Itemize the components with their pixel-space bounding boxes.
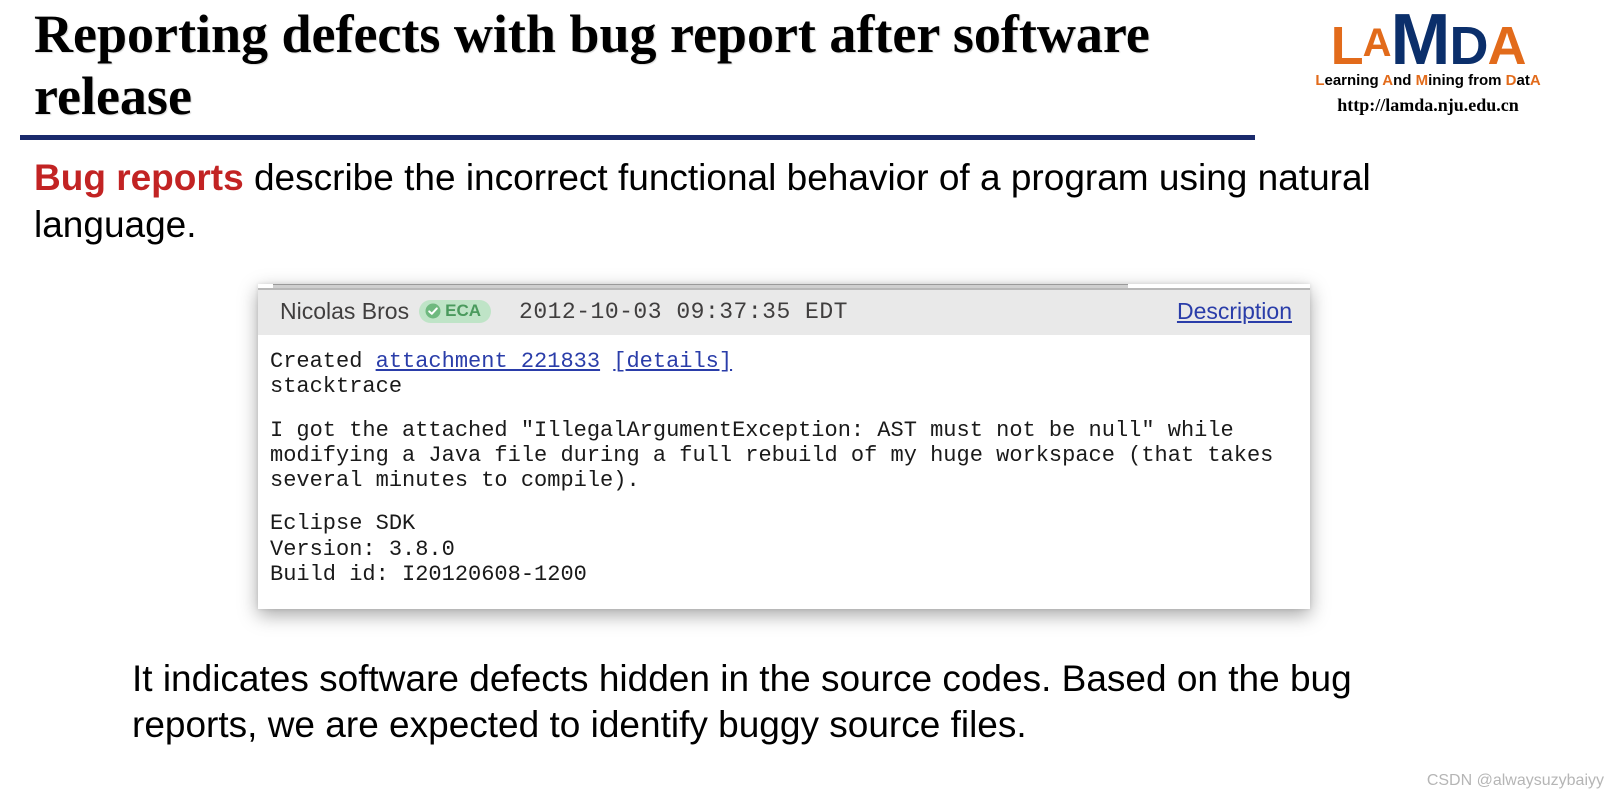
lamda-logo: LAMDA Learning And Mining from DatA http… [1298, 6, 1558, 116]
bug-paragraph: I got the attached "IllegalArgumentExcep… [270, 418, 1298, 494]
eca-badge: ECA [419, 300, 491, 322]
bug-body: Created attachment 221833 [details] stac… [258, 335, 1310, 609]
intro-highlight: Bug reports [34, 157, 244, 198]
stacktrace-label: stacktrace [270, 374, 402, 399]
bug-created-block: Created attachment 221833 [details] stac… [270, 349, 1298, 400]
sdk-line: Eclipse SDK [270, 511, 415, 536]
logo-letter-d: D [1449, 16, 1487, 76]
logo-letter-a1: A [1363, 21, 1391, 65]
details-link[interactable]: [details] [613, 349, 732, 374]
build-line: Build id: I20120608-1200 [270, 562, 587, 587]
eca-badge-label: ECA [445, 301, 481, 321]
outro-text: It indicates software defects hidden in … [132, 656, 1412, 748]
bug-author: Nicolas Bros [280, 298, 409, 325]
slide: Reporting defects with bug report after … [0, 0, 1618, 798]
bug-report-card: Nicolas Bros ECA 2012-10-03 09:37:35 EDT… [258, 284, 1310, 609]
title-underline [20, 135, 1255, 140]
description-link[interactable]: Description [1177, 298, 1292, 325]
created-prefix: Created [270, 349, 376, 374]
check-icon [425, 303, 441, 319]
slide-title: Reporting defects with bug report after … [34, 4, 1255, 127]
watermark: CSDN @alwaysuzybaiyy [1427, 772, 1604, 790]
logo-letter-a2: A [1487, 16, 1525, 76]
intro-text: Bug reports describe the incorrect funct… [34, 155, 1434, 248]
logo-wordmark: LAMDA [1298, 6, 1558, 74]
title-block: Reporting defects with bug report after … [20, 0, 1255, 140]
logo-url: http://lamda.nju.edu.cn [1298, 95, 1558, 116]
logo-letter-l: L [1331, 16, 1363, 76]
logo-tagline: Learning And Mining from DatA [1298, 72, 1558, 89]
logo-letter-m: M [1390, 0, 1449, 80]
bug-timestamp: 2012-10-03 09:37:35 EDT [519, 299, 1177, 325]
version-line: Version: 3.8.0 [270, 537, 455, 562]
attachment-link[interactable]: attachment 221833 [376, 349, 600, 374]
bug-header: Nicolas Bros ECA 2012-10-03 09:37:35 EDT… [258, 288, 1310, 335]
bug-env-block: Eclipse SDK Version: 3.8.0 Build id: I20… [270, 511, 1298, 587]
